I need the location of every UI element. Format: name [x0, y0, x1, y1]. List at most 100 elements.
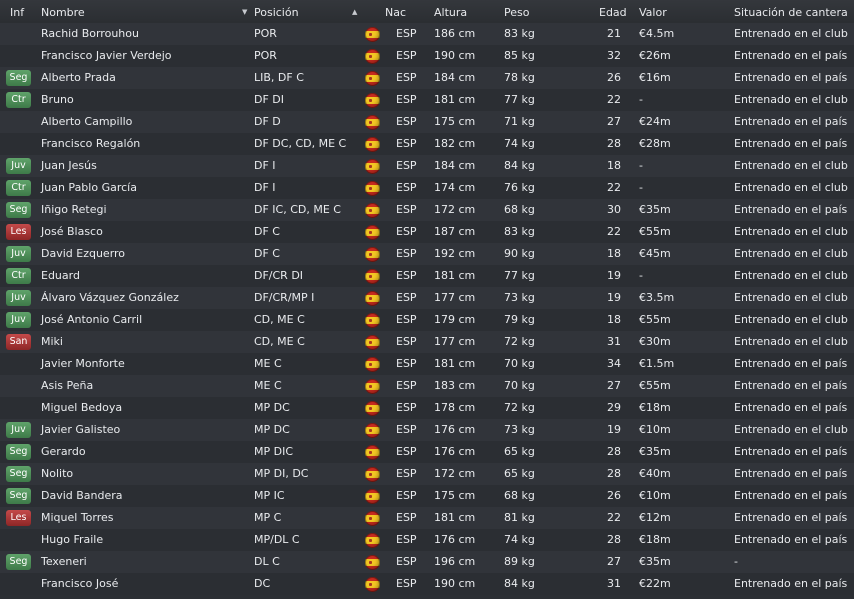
player-nationality[interactable]: ESP — [396, 485, 417, 507]
table-row[interactable]: San Miki CD, ME C ESP 177 cm 72 kg 31 €30m Entre… — [0, 331, 854, 353]
table-row[interactable]: Ctr Bruno DF DI ESP 181 cm 77 kg 22 - Entrenado … — [0, 89, 854, 111]
spain-flag-icon[interactable] — [365, 489, 380, 504]
table-row[interactable]: Francisco Regalón DF DC, CD, ME C ESP 182 c… — [0, 133, 854, 155]
player-nationality[interactable]: ESP — [396, 265, 417, 287]
table-row[interactable]: Ctr Eduard DF/CR DI ESP 181 cm 77 kg 19 - Entren… — [0, 265, 854, 287]
player-nationality[interactable]: ESP — [396, 529, 417, 551]
table-row[interactable]: Juv Juan Jesús DF I ESP 184 cm 84 kg 18 - Entren… — [0, 155, 854, 177]
header-altura[interactable]: Altura — [434, 0, 467, 25]
sort-descending-icon[interactable]: ▼ — [242, 0, 247, 25]
status-badge[interactable]: Seg — [6, 202, 31, 218]
player-name[interactable]: Hugo Fraile — [41, 529, 103, 551]
player-name[interactable]: Miki — [41, 331, 63, 353]
player-name[interactable]: Eduard — [41, 265, 80, 287]
status-badge[interactable]: Les — [6, 510, 31, 526]
player-name[interactable]: Álvaro Vázquez González — [41, 287, 179, 309]
player-name[interactable]: Francisco Regalón — [41, 133, 140, 155]
header-inf[interactable]: Inf — [10, 0, 24, 25]
table-row[interactable]: Seg Gerardo MP DIC ESP 176 cm 65 kg 28 €35m Entr… — [0, 441, 854, 463]
status-badge[interactable]: Seg — [6, 488, 31, 504]
player-nationality[interactable]: ESP — [396, 23, 417, 45]
header-posicion[interactable]: Posición — [254, 0, 299, 25]
spain-flag-icon[interactable] — [365, 379, 380, 394]
player-name[interactable]: Texeneri — [41, 551, 87, 573]
player-name[interactable]: Alberto Prada — [41, 67, 116, 89]
header-edad[interactable]: Edad — [599, 0, 627, 25]
player-name[interactable]: Javier Monforte — [41, 353, 125, 375]
player-name[interactable]: Gerardo — [41, 441, 86, 463]
status-badge[interactable]: San — [6, 334, 31, 350]
spain-flag-icon[interactable] — [365, 467, 380, 482]
spain-flag-icon[interactable] — [365, 577, 380, 592]
player-name[interactable]: Rachid Borrouhou — [41, 23, 139, 45]
status-badge[interactable]: Ctr — [6, 92, 31, 108]
player-nationality[interactable]: ESP — [396, 177, 417, 199]
player-nationality[interactable]: ESP — [396, 45, 417, 67]
table-row[interactable]: Hugo Fraile MP/DL C ESP 176 cm 74 kg 28 €18m En… — [0, 529, 854, 551]
spain-flag-icon[interactable] — [365, 401, 380, 416]
table-row[interactable]: Seg Texeneri DL C ESP 196 cm 89 kg 27 €35m - — [0, 551, 854, 573]
spain-flag-icon[interactable] — [365, 445, 380, 460]
spain-flag-icon[interactable] — [365, 291, 380, 306]
status-badge[interactable]: Ctr — [6, 268, 31, 284]
player-name[interactable]: Juan Pablo García — [41, 177, 137, 199]
player-nationality[interactable]: ESP — [396, 375, 417, 397]
player-nationality[interactable]: ESP — [396, 441, 417, 463]
player-name[interactable]: Javier Galisteo — [41, 419, 120, 441]
player-nationality[interactable]: ESP — [396, 551, 417, 573]
spain-flag-icon[interactable] — [365, 555, 380, 570]
header-nac[interactable]: Nac — [385, 0, 406, 25]
spain-flag-icon[interactable] — [365, 225, 380, 240]
table-row[interactable]: Rachid Borrouhou POR ESP 186 cm 83 kg 21 €4.5m… — [0, 23, 854, 45]
table-row[interactable]: Javier Monforte ME C ESP 181 cm 70 kg 34 €1.5m… — [0, 353, 854, 375]
spain-flag-icon[interactable] — [365, 203, 380, 218]
spain-flag-icon[interactable] — [365, 269, 380, 284]
table-row[interactable]: Seg Iñigo Retegi DF IC, CD, ME C ESP 172 cm 6… — [0, 199, 854, 221]
table-row[interactable]: Seg David Bandera MP IC ESP 175 cm 68 kg 26 €10… — [0, 485, 854, 507]
player-nationality[interactable]: ESP — [396, 67, 417, 89]
player-name[interactable]: José Antonio Carril — [41, 309, 142, 331]
table-row[interactable]: Francisco Javier Verdejo POR ESP 190 cm 85 k… — [0, 45, 854, 67]
spain-flag-icon[interactable] — [365, 137, 380, 152]
status-badge[interactable]: Seg — [6, 466, 31, 482]
header-valor[interactable]: Valor — [639, 0, 667, 25]
status-badge[interactable]: Les — [6, 224, 31, 240]
status-badge[interactable]: Juv — [6, 158, 31, 174]
spain-flag-icon[interactable] — [365, 247, 380, 262]
table-row[interactable]: Seg Nolito MP DI, DC ESP 172 cm 65 kg 28 €40m En… — [0, 463, 854, 485]
status-badge[interactable]: Seg — [6, 444, 31, 460]
player-nationality[interactable]: ESP — [396, 309, 417, 331]
player-nationality[interactable]: ESP — [396, 133, 417, 155]
spain-flag-icon[interactable] — [365, 49, 380, 64]
table-row[interactable]: Juv Javier Galisteo MP DC ESP 176 cm 73 kg 19 €… — [0, 419, 854, 441]
player-name[interactable]: Francisco José — [41, 573, 118, 595]
player-name[interactable]: Juan Jesús — [41, 155, 97, 177]
player-nationality[interactable]: ESP — [396, 507, 417, 529]
player-name[interactable]: David Bandera — [41, 485, 123, 507]
spain-flag-icon[interactable] — [365, 357, 380, 372]
spain-flag-icon[interactable] — [365, 159, 380, 174]
player-name[interactable]: Asis Peña — [41, 375, 93, 397]
player-nationality[interactable]: ESP — [396, 331, 417, 353]
player-nationality[interactable]: ESP — [396, 573, 417, 595]
table-row[interactable]: Francisco José DC ESP 190 cm 84 kg 31 €22m Entr… — [0, 573, 854, 595]
table-row[interactable]: Miguel Bedoya MP DC ESP 178 cm 72 kg 29 €18m En… — [0, 397, 854, 419]
status-badge[interactable]: Seg — [6, 70, 31, 86]
player-nationality[interactable]: ESP — [396, 111, 417, 133]
table-row[interactable]: Juv Álvaro Vázquez González DF/CR/MP I ESP 1… — [0, 287, 854, 309]
player-name[interactable]: Francisco Javier Verdejo — [41, 45, 172, 67]
player-nationality[interactable]: ESP — [396, 287, 417, 309]
status-badge[interactable]: Juv — [6, 312, 31, 328]
player-nationality[interactable]: ESP — [396, 199, 417, 221]
player-nationality[interactable]: ESP — [396, 243, 417, 265]
header-nombre[interactable]: Nombre — [41, 0, 85, 25]
sort-ascending-icon[interactable]: ▲ — [352, 0, 357, 25]
player-nationality[interactable]: ESP — [396, 419, 417, 441]
status-badge[interactable]: Seg — [6, 554, 31, 570]
spain-flag-icon[interactable] — [365, 313, 380, 328]
player-nationality[interactable]: ESP — [396, 463, 417, 485]
table-row[interactable]: Juv David Ezquerro DF C ESP 192 cm 90 kg 18 €45… — [0, 243, 854, 265]
player-nationality[interactable]: ESP — [396, 221, 417, 243]
header-situacion[interactable]: Situación de cantera — [734, 0, 848, 25]
player-nationality[interactable]: ESP — [396, 397, 417, 419]
